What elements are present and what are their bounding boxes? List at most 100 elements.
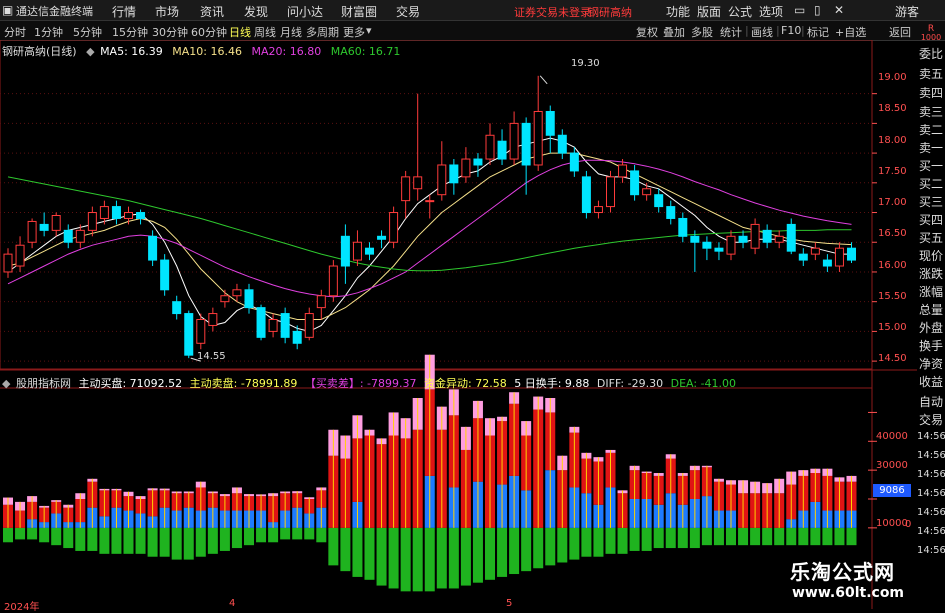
volume-bar-negative	[569, 527, 580, 560]
candle-body	[714, 247, 724, 252]
sidebar-item[interactable]: 现价	[917, 247, 945, 264]
menu-layout[interactable]: 版面	[697, 3, 721, 20]
candle-body	[654, 194, 664, 208]
settings-icon[interactable]: ◆	[2, 377, 10, 390]
candle-body	[39, 223, 49, 231]
period-tab-more[interactable]: 更多	[343, 24, 365, 40]
sidebar-item[interactable]: 外盘	[917, 319, 945, 336]
candle-body	[461, 158, 471, 178]
volume-bar-negative	[786, 527, 797, 546]
candle-body	[256, 307, 266, 338]
toolbar-btn[interactable]: 画线	[751, 24, 773, 40]
period-tab[interactable]: 多周期	[306, 24, 339, 40]
sidebar-item[interactable]: 卖一	[917, 139, 945, 156]
menu-function[interactable]: 功能	[666, 3, 690, 20]
volume-bar-negative	[268, 527, 279, 543]
candle-body	[425, 200, 435, 203]
candle-body	[569, 152, 579, 172]
candle-body	[798, 253, 808, 261]
period-tab[interactable]: 15分钟	[112, 24, 148, 40]
period-tab[interactable]: 1分钟	[34, 24, 63, 40]
candle-body	[292, 330, 302, 344]
candle-body	[702, 241, 712, 249]
sidebar-item[interactable]: 卖五	[917, 65, 945, 82]
sidebar-item[interactable]: 买五	[917, 229, 945, 246]
sidebar-item[interactable]: 买一	[917, 157, 945, 174]
candle-body	[340, 235, 350, 267]
menu-markets[interactable]: 市场	[155, 3, 179, 20]
toolbar-btn[interactable]: 统计	[720, 24, 742, 40]
menu-ask[interactable]: 问小达	[287, 3, 323, 20]
candle-body	[581, 176, 591, 214]
restore-icon[interactable]: ▯	[814, 3, 821, 17]
sidebar-item[interactable]: 换手	[917, 337, 945, 354]
period-tab[interactable]: 周线	[254, 24, 276, 40]
sidebar-item[interactable]: 买四	[917, 211, 945, 228]
guest-label[interactable]: 游客	[895, 3, 919, 20]
volume-bar-negative	[497, 527, 508, 577]
sidebar-item[interactable]: 委比	[917, 45, 945, 62]
period-tab[interactable]: 60分钟	[191, 24, 227, 40]
menu-options[interactable]: 选项	[759, 3, 783, 20]
candle-body	[545, 110, 555, 136]
close-icon[interactable]: ✕	[834, 3, 844, 17]
volume-bar-negative	[159, 527, 170, 557]
toolbar-btn[interactable]: 返回	[889, 24, 911, 40]
candle-body	[666, 206, 676, 219]
candle-body	[485, 134, 495, 160]
volume-bar-negative	[713, 527, 724, 546]
sidebar-item[interactable]: 卖三	[917, 103, 945, 120]
period-tab[interactable]: 5分钟	[73, 24, 102, 40]
volume-bar-negative	[581, 527, 592, 557]
sidebar-item[interactable]: 卖四	[917, 84, 945, 101]
sidebar-item[interactable]: 收益	[917, 373, 945, 390]
minimize-icon[interactable]: ▭	[794, 3, 805, 17]
candle-body	[196, 319, 206, 344]
chevron-down-icon[interactable]: ▾	[366, 24, 372, 37]
sidebar-item[interactable]: 卖二	[917, 121, 945, 138]
period-tab[interactable]: 30分钟	[152, 24, 188, 40]
toolbar-btn[interactable]: 复权	[636, 24, 658, 40]
sidebar-item[interactable]: 涨跌	[917, 265, 945, 282]
volume-bar-negative	[412, 527, 423, 592]
menu-discover[interactable]: 发现	[244, 3, 268, 20]
period-tab[interactable]: 月线	[280, 24, 302, 40]
time-label: 14:56	[917, 507, 945, 518]
sidebar-item[interactable]: 交易	[917, 411, 945, 428]
chart-canvas[interactable]	[0, 40, 917, 609]
period-tab-active[interactable]: 日线	[229, 24, 251, 40]
volume-bar-negative	[762, 527, 773, 546]
volume-bar-negative	[388, 527, 399, 589]
high-arrow	[539, 75, 548, 85]
menu-news[interactable]: 资讯	[200, 3, 224, 20]
volume-bar-negative	[605, 527, 616, 554]
sidebar-item[interactable]: 买三	[917, 193, 945, 210]
menu-wealth[interactable]: 财富圈	[341, 3, 377, 20]
period-tab[interactable]: 分时	[4, 24, 26, 40]
candle-body	[774, 235, 784, 243]
toolbar-btn[interactable]: +自选	[835, 24, 866, 40]
sidebar-item[interactable]: 净资	[917, 355, 945, 372]
price-tick: 16.50	[878, 228, 907, 239]
candle-body	[822, 259, 832, 267]
sidebar-item[interactable]: 涨幅	[917, 283, 945, 300]
menu-trade[interactable]: 交易	[396, 3, 420, 20]
toolbar-btn[interactable]: F10	[781, 24, 801, 37]
menu-formula[interactable]: 公式	[728, 3, 752, 20]
login-notice[interactable]: 证券交易未登录	[514, 4, 591, 20]
volume-bar-negative	[123, 527, 134, 554]
candle-body	[87, 212, 97, 231]
sidebar-item[interactable]: 自动	[917, 393, 945, 410]
menu-market[interactable]: 行情	[112, 3, 136, 20]
sidebar-item[interactable]: 总量	[917, 301, 945, 318]
candle-body	[738, 235, 748, 243]
volume-bar-negative	[75, 527, 86, 551]
toolbar-btn[interactable]: 多股	[691, 24, 713, 40]
volume-bar-negative	[834, 527, 845, 546]
toolbar-btn[interactable]: 叠加	[663, 24, 685, 40]
toolbar-btn[interactable]: 标记	[807, 24, 829, 40]
sidebar-item[interactable]: 买二	[917, 175, 945, 192]
volume-bar-negative	[424, 527, 435, 592]
candle-body	[618, 164, 628, 178]
price-tick: 18.50	[878, 103, 907, 114]
